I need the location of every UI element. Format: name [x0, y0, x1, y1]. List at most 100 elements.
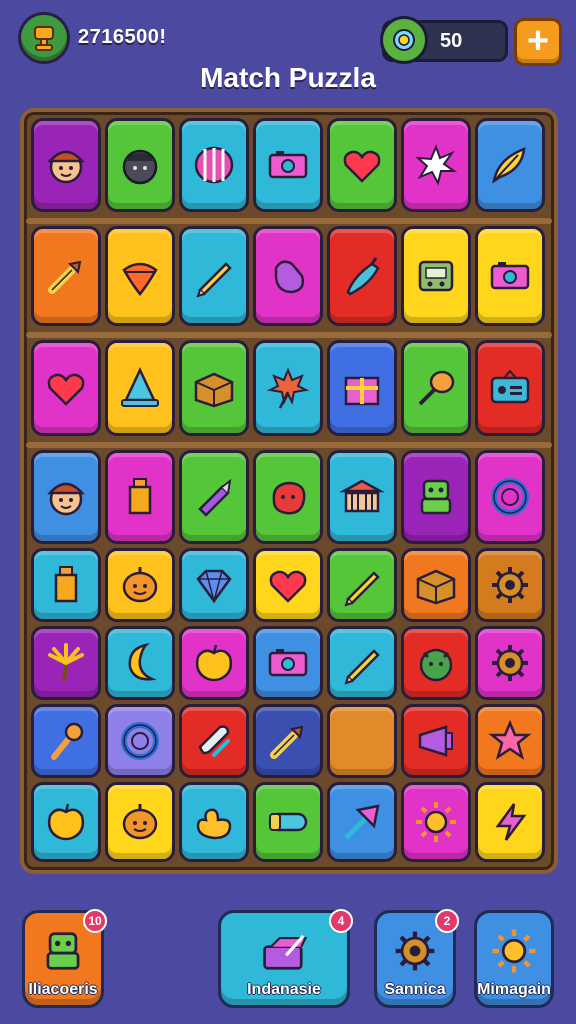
game-tile[interactable]: [179, 782, 249, 862]
game-tile[interactable]: [475, 626, 545, 700]
dark-face-icon: [122, 149, 158, 185]
game-tile[interactable]: [105, 340, 175, 436]
duck-icon: [196, 808, 232, 840]
gem-icon: [196, 569, 232, 604]
game-tile[interactable]: [327, 548, 397, 622]
game-tile[interactable]: [105, 626, 175, 700]
bottle-icon: [54, 566, 78, 603]
game-tile[interactable]: [401, 118, 471, 212]
game-tile[interactable]: [327, 626, 397, 700]
game-tile[interactable]: [31, 548, 101, 622]
game-tile[interactable]: [475, 340, 545, 436]
game-tile[interactable]: [253, 626, 323, 700]
game-tile[interactable]: [475, 118, 545, 212]
game-tile[interactable]: [401, 782, 471, 862]
coin-icon: [380, 16, 428, 64]
game-tile[interactable]: [31, 118, 101, 212]
pencil-icon: [344, 571, 380, 607]
bottom-button-iliacoeris[interactable]: Iliacoeris 10: [22, 909, 107, 1008]
game-tile[interactable]: [105, 226, 175, 326]
tube-icon: [268, 812, 308, 832]
game-tile[interactable]: [253, 704, 323, 778]
game-tile[interactable]: [253, 226, 323, 326]
clip-icon: [198, 725, 230, 757]
spinning-top-icon: [122, 262, 158, 297]
trophy-icon: [34, 26, 54, 51]
pumpkin-icon: [122, 567, 158, 603]
game-tile[interactable]: [179, 704, 249, 778]
game-tile[interactable]: [253, 340, 323, 436]
game-tile[interactable]: [105, 704, 175, 778]
profile-button[interactable]: [18, 12, 70, 64]
game-tile[interactable]: [31, 340, 101, 436]
game-tile[interactable]: [327, 782, 397, 862]
game-tile[interactable]: [327, 340, 397, 436]
game-tile[interactable]: [31, 626, 101, 700]
game-tile[interactable]: [253, 548, 323, 622]
game-tile[interactable]: [31, 450, 101, 544]
bottle-icon: [128, 478, 152, 515]
apple-icon: [47, 803, 85, 841]
game-tile[interactable]: [179, 548, 249, 622]
game-tile[interactable]: [327, 226, 397, 326]
monster-icon: [419, 648, 453, 682]
game-tile[interactable]: [179, 450, 249, 544]
game-tile[interactable]: [179, 118, 249, 212]
bottom-button-sannica[interactable]: Sannica 2: [374, 909, 459, 1008]
game-tile[interactable]: [105, 782, 175, 862]
game-tile[interactable]: [401, 626, 471, 700]
game-tile[interactable]: [327, 450, 397, 544]
game-tile[interactable]: [179, 340, 249, 436]
bottom-button-indanasie[interactable]: Indanasie 4: [218, 909, 353, 1008]
dropper-icon: [48, 260, 82, 294]
game-tile[interactable]: [253, 782, 323, 862]
lightning-icon: [495, 803, 527, 841]
star-icon: [488, 719, 532, 760]
game-tile[interactable]: [401, 340, 471, 436]
bottom-button-label: Iliacoeris: [28, 981, 98, 998]
page-title: Match Puzzla: [200, 62, 376, 93]
pencil-icon: [344, 649, 380, 685]
game-tile[interactable]: [401, 548, 471, 622]
game-tile[interactable]: [105, 548, 175, 622]
bottom-button-mimagain[interactable]: Mimagain: [474, 910, 554, 1008]
camera-icon: [268, 151, 308, 179]
add-coins-button[interactable]: +: [514, 18, 562, 66]
maple-leaf-icon: [266, 367, 310, 409]
game-tile[interactable]: [105, 450, 175, 544]
game-tile[interactable]: [179, 626, 249, 700]
game-tile[interactable]: [401, 704, 471, 778]
ring-icon: [121, 722, 159, 760]
pumpkin-icon: [122, 804, 158, 840]
game-tile[interactable]: [105, 118, 175, 212]
game-tile[interactable]: [475, 226, 545, 326]
ring-icon: [491, 478, 529, 516]
moon-icon: [128, 642, 157, 681]
game-tile[interactable]: [327, 118, 397, 212]
game-tile[interactable]: [475, 704, 545, 778]
game-tile[interactable]: [31, 226, 101, 326]
camera-icon: [268, 649, 308, 677]
game-tile[interactable]: [475, 548, 545, 622]
bottom-button-label: Mimagain: [477, 981, 551, 998]
game-tile[interactable]: [31, 704, 101, 778]
game-tile[interactable]: [327, 704, 397, 778]
pencil-icon: [196, 262, 232, 298]
game-tile[interactable]: [253, 450, 323, 544]
heart-icon: [47, 373, 85, 406]
game-tile[interactable]: [401, 450, 471, 544]
game-tile[interactable]: [253, 118, 323, 212]
bottom-button-label: Indanasie: [247, 981, 321, 998]
sun-icon: [492, 929, 536, 973]
game-tile[interactable]: [475, 450, 545, 544]
notification-badge: 2: [435, 909, 459, 933]
temple-icon: [339, 479, 385, 513]
game-tile[interactable]: [401, 226, 471, 326]
game-tile[interactable]: [475, 782, 545, 862]
game-tile[interactable]: [31, 782, 101, 862]
board-divider: [26, 442, 552, 448]
megaphone-icon: [418, 725, 453, 757]
game-tile[interactable]: [179, 226, 249, 326]
box-icon: [194, 372, 234, 408]
dropper-icon: [270, 725, 304, 759]
